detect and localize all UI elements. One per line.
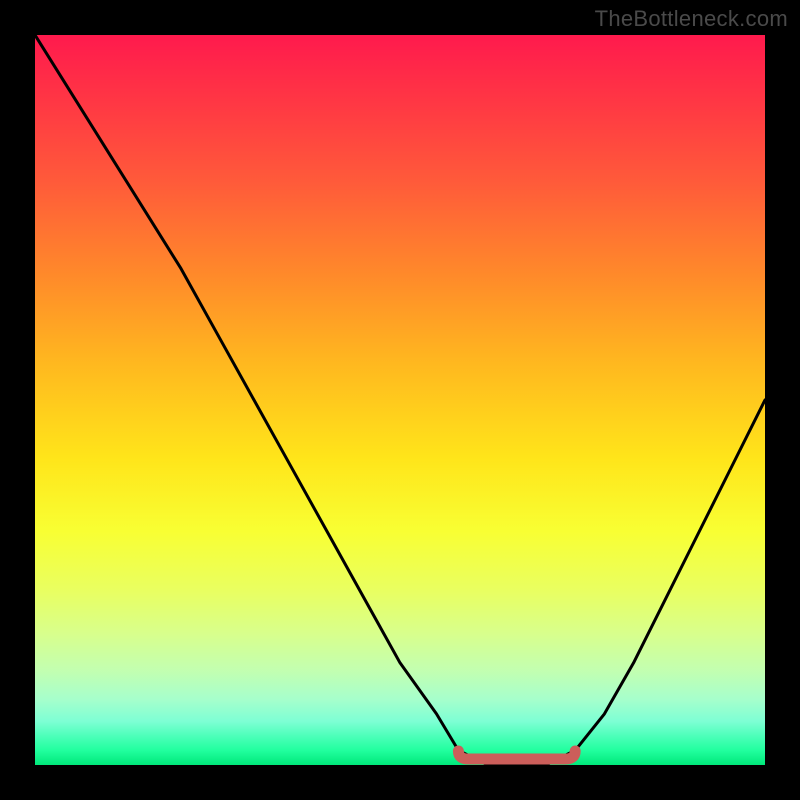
chart-svg — [35, 35, 765, 765]
chart-plot-area — [35, 35, 765, 765]
attribution-text: TheBottleneck.com — [595, 6, 788, 32]
bottleneck-curve — [35, 35, 765, 765]
trough-marker — [458, 751, 575, 759]
curve-line — [35, 35, 765, 765]
chart-frame: TheBottleneck.com — [0, 0, 800, 800]
